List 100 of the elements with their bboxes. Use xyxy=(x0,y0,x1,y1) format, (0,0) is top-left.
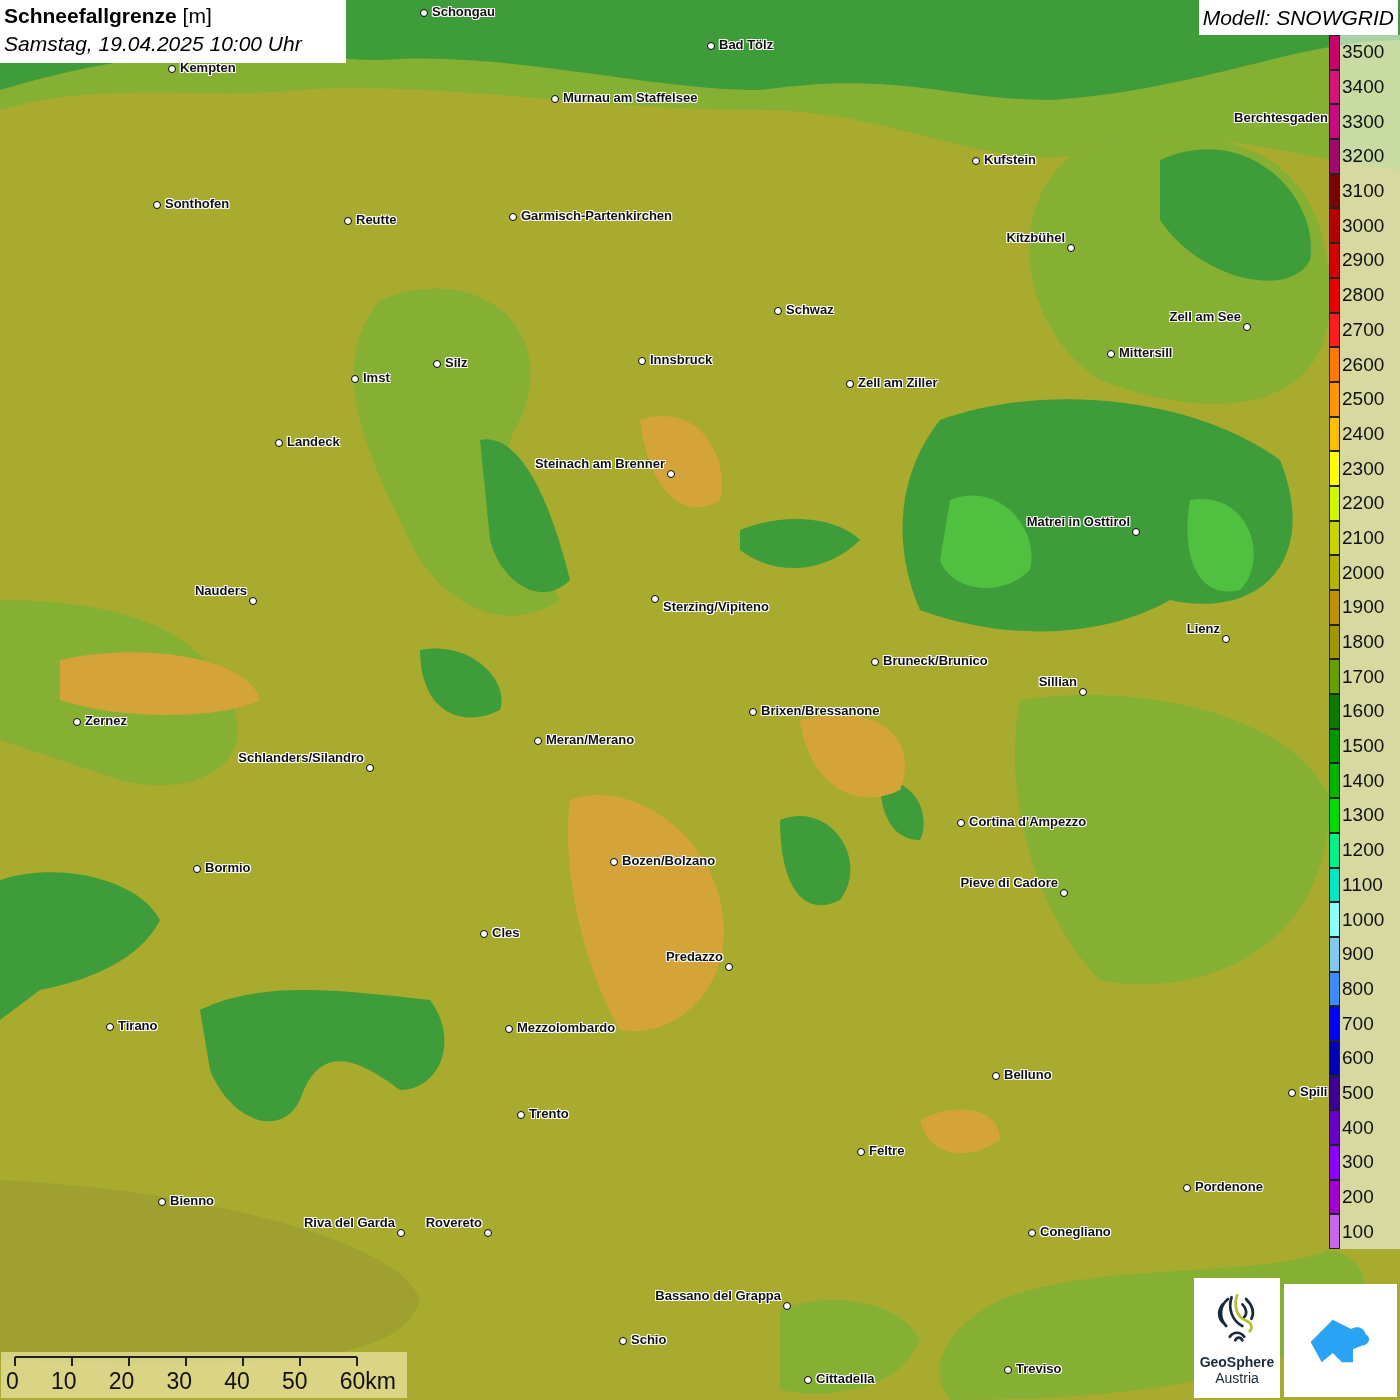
city-marker xyxy=(73,718,81,726)
city-label: Cittadella xyxy=(816,1371,875,1386)
legend-label: 100 xyxy=(1342,1221,1374,1242)
city-label: Predazzo xyxy=(665,949,723,964)
city-label: Pordenone xyxy=(1195,1179,1263,1194)
legend-label: 2300 xyxy=(1342,458,1385,479)
legend-label: 2200 xyxy=(1342,493,1385,514)
scale-label: 60km xyxy=(339,1368,396,1394)
city-marker xyxy=(1183,1184,1191,1192)
city-label: Treviso xyxy=(1016,1361,1062,1376)
city-label: Reutte xyxy=(356,212,397,227)
city-label: Cles xyxy=(492,925,520,940)
city-label: Mezzolombardo xyxy=(517,1020,616,1035)
legend-label: 1600 xyxy=(1342,701,1385,722)
legend-label: 1400 xyxy=(1342,770,1385,791)
city-label: Matrei in Osttirol xyxy=(1026,514,1130,529)
model-label: Modell: SNOWGRID xyxy=(1198,0,1398,35)
city-label: Sillian xyxy=(1038,674,1077,689)
city-label: Riva del Garda xyxy=(303,1215,395,1230)
city-label: Meran/Merano xyxy=(546,732,635,747)
city-label: Steinach am Brenner xyxy=(534,456,665,471)
city-marker xyxy=(1060,889,1068,897)
scale-label: 10 xyxy=(50,1368,77,1394)
city-label: Murnau am Staffelsee xyxy=(563,90,698,105)
legend-label: 1800 xyxy=(1342,632,1385,653)
legend-label: 1100 xyxy=(1342,874,1383,895)
legend-label: 1900 xyxy=(1342,597,1385,618)
scale-label: 50 xyxy=(281,1368,308,1394)
city-marker xyxy=(1107,350,1115,358)
city-marker xyxy=(275,439,283,447)
city-marker xyxy=(857,1148,865,1156)
city-marker xyxy=(992,1072,1000,1080)
city-label: Kitzbühel xyxy=(1006,230,1065,245)
city-marker xyxy=(433,360,441,368)
city-label: Bassano del Grappa xyxy=(655,1288,781,1303)
legend-label: 2400 xyxy=(1342,423,1385,444)
city-label: Zell am Ziller xyxy=(858,375,938,390)
legend-label: 3400 xyxy=(1342,77,1385,98)
legend-label: 900 xyxy=(1342,944,1374,965)
city-label: Cortina d'Ampezzo xyxy=(969,814,1087,829)
logo-text: GeoSphere xyxy=(1199,1354,1275,1370)
legend-label: 1500 xyxy=(1342,736,1385,757)
city-label: Pieve di Cadore xyxy=(960,875,1058,890)
city-label: Bienno xyxy=(170,1193,215,1208)
city-label: Bormio xyxy=(205,860,251,875)
legend-label: 3100 xyxy=(1342,181,1385,202)
city-marker xyxy=(397,1229,405,1237)
city-label: Spili xyxy=(1300,1084,1328,1099)
city-label: Zell am See xyxy=(1169,309,1241,324)
legend-label: 2000 xyxy=(1342,562,1385,583)
city-label: Zernez xyxy=(85,713,127,728)
city-label: Conegliano xyxy=(1040,1224,1111,1239)
logo-text: Austria xyxy=(1215,1370,1259,1386)
city-label: Bozen/Bolzano xyxy=(622,853,716,868)
legend-label: 2800 xyxy=(1342,285,1385,306)
legend-label: 2100 xyxy=(1342,527,1385,548)
city-marker xyxy=(871,658,879,666)
scale-label: 0 xyxy=(6,1368,19,1394)
legend-label: 2700 xyxy=(1342,319,1385,340)
city-marker xyxy=(846,380,854,388)
city-label: Feltre xyxy=(869,1143,905,1158)
map-title: Schneefallgrenze [m] xyxy=(4,3,213,29)
city-marker xyxy=(249,597,257,605)
city-marker xyxy=(1079,688,1087,696)
legend-label: 2900 xyxy=(1342,250,1385,271)
city-label: Mittersill xyxy=(1119,345,1173,360)
city-marker xyxy=(1132,528,1140,536)
legend-label: 300 xyxy=(1342,1152,1374,1173)
legend-label: 3200 xyxy=(1342,146,1385,167)
city-marker xyxy=(158,1198,166,1206)
scale-label: 30 xyxy=(166,1368,193,1394)
city-marker xyxy=(610,858,618,866)
city-label: Trento xyxy=(529,1106,569,1121)
city-marker xyxy=(1004,1366,1012,1374)
legend-label: 800 xyxy=(1342,978,1374,999)
city-marker xyxy=(725,963,733,971)
city-label: Kufstein xyxy=(984,152,1036,167)
city-marker xyxy=(484,1229,492,1237)
city-marker xyxy=(106,1023,114,1031)
city-marker xyxy=(509,213,517,221)
city-marker xyxy=(707,42,715,50)
city-label: Bruneck/Brunico xyxy=(883,653,988,668)
legend-label: 400 xyxy=(1342,1117,1374,1138)
city-label: Berchtesgaden xyxy=(1234,110,1328,125)
scale-label: 40 xyxy=(224,1368,250,1394)
city-marker xyxy=(972,157,980,165)
city-marker xyxy=(517,1111,525,1119)
city-label: Rovereto xyxy=(425,1215,482,1230)
city-marker xyxy=(783,1302,791,1310)
city-label: Kempten xyxy=(180,60,236,75)
city-marker xyxy=(420,9,428,17)
legend-label: 2500 xyxy=(1342,389,1385,410)
forecast-date: Samstag, 19.04.2025 10:00 Uhr xyxy=(4,31,304,57)
city-marker xyxy=(505,1025,513,1033)
city-marker xyxy=(667,470,675,478)
city-label: Lienz xyxy=(1186,621,1220,636)
city-marker xyxy=(749,708,757,716)
city-label: Nauders xyxy=(194,583,247,598)
legend-label: 600 xyxy=(1342,1048,1374,1069)
city-marker xyxy=(193,865,201,873)
